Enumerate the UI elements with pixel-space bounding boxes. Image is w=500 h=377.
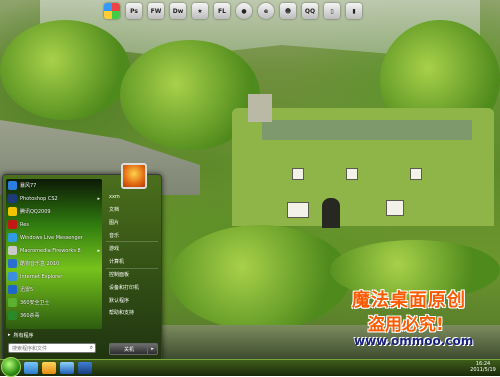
watermark: 魔法桌面原创 盗用必究! www.ommoo.com [342, 286, 500, 362]
program-item[interactable]: 360安全卫士 [6, 296, 102, 309]
photoshop-icon[interactable]: Ps [126, 3, 142, 19]
recycle-bin-icon[interactable]: ▮ [346, 3, 362, 19]
watermark-line1: 魔法桌面原创 [352, 290, 466, 311]
program-item[interactable]: Internet Explorer [6, 270, 102, 283]
program-label: Windows Live Messenger [20, 234, 83, 241]
clock-date: 2011/5/19 [470, 367, 496, 373]
taskbar-photoshop-icon[interactable] [78, 362, 92, 374]
submenu-arrow-icon: ▸ [97, 247, 100, 254]
right-menu-item[interactable]: xxm [106, 191, 158, 204]
program-icon [8, 259, 17, 268]
submenu-arrow-icon: ▸ [97, 195, 100, 202]
program-label: 暴风77 [20, 183, 37, 189]
qq-penguin-icon[interactable]: QQ [302, 3, 318, 19]
ie-browser-icon[interactable]: e [258, 3, 274, 19]
start-menu: 暴风77 Photoshop CS2 ▸ 腾讯QQ2009 Res Windows Liv… [2, 163, 162, 360]
taskbar-folder-icon[interactable] [42, 362, 56, 374]
wallpaper-window [386, 200, 404, 216]
wallpaper-trees-left [0, 20, 130, 120]
user-avatar[interactable] [121, 163, 147, 189]
program-label: 腾讯QQ2009 [20, 209, 51, 215]
program-label: 酷狗音乐盒 2010 [20, 261, 60, 267]
magnifier-icon: ⌕ [89, 344, 93, 351]
program-item[interactable]: 暴风77 [6, 179, 102, 192]
program-label: Internet Explorer [20, 273, 63, 280]
wallpaper-window [292, 168, 304, 180]
program-icon [8, 233, 17, 242]
program-icon [8, 220, 17, 229]
program-icon [8, 272, 17, 281]
taskbar-ie-icon[interactable] [60, 362, 74, 374]
program-label: Res [20, 221, 29, 228]
program-item[interactable]: Photoshop CS2 ▸ [6, 192, 102, 205]
program-icon [8, 246, 17, 255]
tray-clock[interactable]: 16:24 2011/5/19 [466, 361, 500, 373]
dreamweaver-icon[interactable]: Dw [170, 3, 186, 19]
program-label: 迅雷5 [20, 287, 34, 293]
program-icon [8, 181, 17, 190]
program-icon [8, 285, 17, 294]
taskbar: 16:24 2011/5/19 [0, 357, 500, 377]
right-menu-item[interactable]: 文档 [106, 204, 158, 217]
arrow-right-icon: ▸ [8, 332, 11, 338]
wallpaper-window [287, 202, 309, 218]
wallpaper-bushes [170, 225, 350, 330]
messenger-icon[interactable]: ☻ [280, 3, 296, 19]
wallpaper-door [322, 198, 340, 228]
search-placeholder: 搜索程序和文件 [12, 345, 48, 352]
document-icon[interactable]: ▯ [324, 3, 340, 19]
chat-bubble-icon[interactable]: ● [236, 3, 252, 19]
program-item[interactable]: 360杀毒 [6, 309, 102, 322]
top-dock: Ps FW Dw ★ FL ● e ☻ QQ ▯ ▮ [104, 0, 414, 22]
program-label: 360安全卫士 [20, 300, 50, 306]
windows-logo-icon[interactable] [104, 3, 120, 19]
program-icon [8, 207, 17, 216]
all-programs-label: 所有程序 [13, 332, 34, 339]
wallpaper-house-roof [262, 120, 472, 140]
right-menu-item[interactable]: 计算机 [106, 255, 158, 269]
watermark-url: www.ommoo.com [354, 334, 474, 348]
favorites-star-icon[interactable]: ★ [192, 3, 208, 19]
wallpaper-window [346, 168, 358, 180]
program-item[interactable]: 腾讯QQ2009 [6, 205, 102, 218]
fireworks-icon[interactable]: FW [148, 3, 164, 19]
right-menu-item[interactable]: 控制面板 [106, 269, 158, 282]
start-menu-right-pane: xxm 文档 图片 音乐 游戏 计算机 控制面板 设备和打印机 默认程序 帮助和支持 [106, 191, 158, 319]
program-item[interactable]: Res [6, 218, 102, 231]
all-programs-button[interactable]: ▸ 所有程序 [8, 330, 100, 340]
program-icon [8, 311, 17, 320]
program-label: Photoshop CS2 [20, 195, 58, 202]
flash-icon[interactable]: FL [214, 3, 230, 19]
right-menu-item[interactable]: 音乐 [106, 229, 158, 243]
start-menu-programs-list: 暴风77 Photoshop CS2 ▸ 腾讯QQ2009 Res Windows Liv… [6, 179, 102, 329]
program-icon [8, 298, 17, 307]
search-input[interactable]: 搜索程序和文件 ⌕ [8, 343, 96, 353]
watermark-line2: 盗用必究! [368, 315, 444, 335]
program-item[interactable]: 酷狗音乐盒 2010 [6, 257, 102, 270]
program-label: Macromedia Fireworks 8 [20, 247, 81, 254]
program-label: 360杀毒 [20, 313, 40, 319]
taskbar-explorer-icon[interactable] [24, 362, 38, 374]
right-menu-item[interactable]: 设备和打印机 [106, 281, 158, 294]
wallpaper-chimney [248, 94, 272, 122]
wallpaper-window [410, 168, 422, 180]
right-menu-item[interactable]: 图片 [106, 216, 158, 229]
shutdown-button[interactable]: 关机 [109, 343, 149, 355]
right-menu-item[interactable]: 默认程序 [106, 294, 158, 307]
right-menu-item[interactable]: 游戏 [106, 242, 158, 255]
right-menu-item[interactable]: 帮助和支持 [106, 306, 158, 319]
program-item[interactable]: Macromedia Fireworks 8 ▸ [6, 244, 102, 257]
program-item[interactable]: Windows Live Messenger [6, 231, 102, 244]
program-icon [8, 194, 17, 203]
shutdown-options-button[interactable]: ▸ [147, 343, 158, 355]
start-button[interactable] [1, 357, 21, 377]
program-item[interactable]: 迅雷5 [6, 283, 102, 296]
